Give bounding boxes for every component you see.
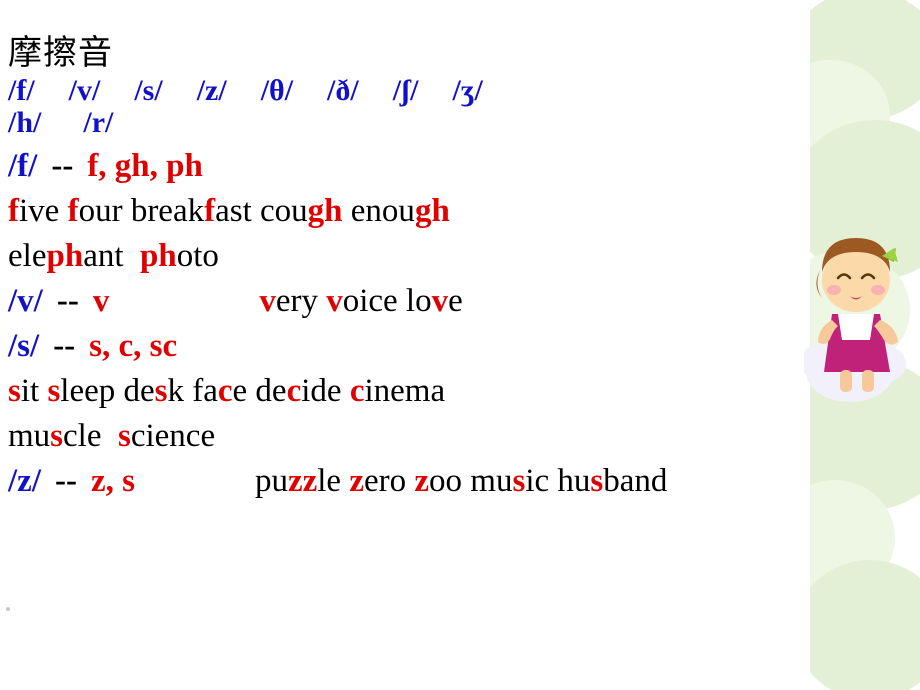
slide-content: 摩擦音 /f//v//s//z//θ//ð//ʃ//ʒ/ /h//r/ /f/-… [8,36,908,498]
phoneme-theta: /θ/ [260,74,294,107]
phoneme-h: /h/ [8,106,42,139]
phoneme-r: /r/ [83,106,114,139]
entry-f-examples-1: five four breakfast cough enough [8,193,450,229]
cartoon-girl-icon [800,222,912,432]
entry-s-spellings: s, c, sc [89,328,178,364]
entry-s-examples-1: sit sleep desk face decide cinema [8,373,446,409]
decor-dot [6,607,10,611]
entry-z-row: /z/-- z, s puzzle zero zoo music husband [8,463,668,499]
entry-v-spellings: v [92,283,110,319]
entry-f-spellings: f, gh, ph [87,148,203,184]
phoneme-ezh: /ʒ/ [452,74,483,107]
entry-f-header: /f/ -- f, gh, ph [8,150,908,183]
entry-z-dash: -- [54,463,77,499]
entry-v-row: /v/-- v very voice love [8,283,463,319]
phoneme-row-2: /h/ /r/ [8,108,908,138]
entry-s-dash: -- [53,328,76,364]
entry-f-dash: -- [51,148,74,184]
entry-z-spellings: z, s [90,463,135,499]
entry-s-header: /s/ -- s, c, sc [8,330,908,363]
page-title: 摩擦音 [8,33,113,73]
phoneme-eth: /ð/ [327,74,359,107]
slide: 摩擦音 /f//v//s//z//θ//ð//ʃ//ʒ/ /h//r/ /f/-… [0,0,920,690]
phoneme-f: /f/ [8,74,35,107]
phoneme-v: /v/ [68,74,101,107]
phoneme-row-1: /f/ /v/ /s/ /z/ /θ/ /ð/ /ʃ/ /ʒ/ [8,76,908,106]
phoneme-esh: /ʃ/ [392,74,419,107]
phoneme-z: /z/ [196,74,227,107]
entry-s-examples-2: muscle science [8,418,216,454]
phoneme-s: /s/ [134,74,163,107]
entry-s-symbol: /s/ [8,328,40,364]
entry-z-symbol: /z/ [8,463,41,499]
entry-f-examples-2: elephant photo [8,238,219,274]
entry-v-symbol: /v/ [8,283,43,319]
entry-f-symbol: /f/ [8,148,38,184]
entry-v-dash: -- [56,283,79,319]
